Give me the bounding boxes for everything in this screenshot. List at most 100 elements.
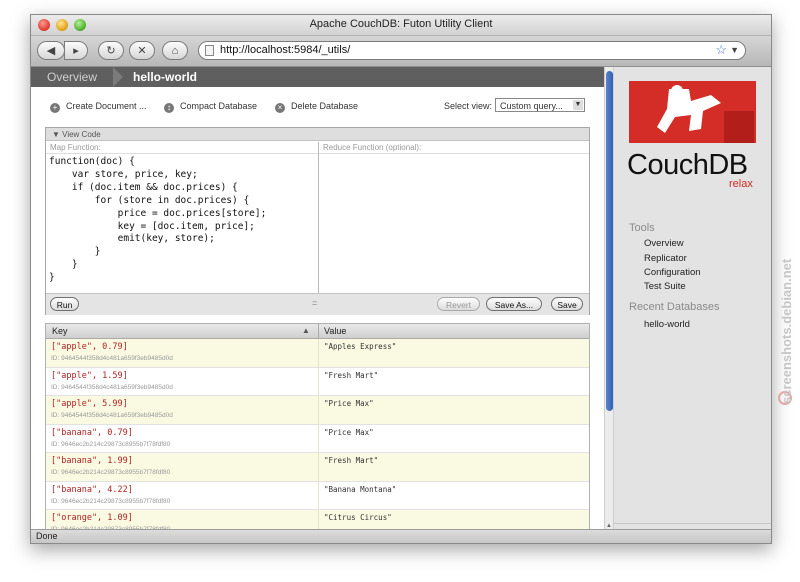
home-button[interactable]: ⌂: [162, 41, 188, 60]
reload-button[interactable]: ↻: [98, 41, 124, 60]
run-button[interactable]: Run: [50, 297, 79, 311]
create-document-label: Create Document ...: [66, 101, 147, 111]
breadcrumb-separator-icon: [113, 67, 123, 87]
history-dropdown-icon[interactable]: ▼: [730, 42, 739, 59]
row-value: "Fresh Mart": [324, 456, 379, 465]
url-text[interactable]: http://localhost:5984/_utils/: [220, 42, 350, 59]
sidebar-item-overview[interactable]: Overview: [644, 238, 684, 249]
reduce-function-label: Reduce Function (optional):: [319, 142, 589, 154]
value-column-header: Value: [324, 326, 347, 336]
results-table: Key ▲ Value ["apple", 0.79] ID: 9464544f…: [45, 323, 590, 543]
save-as-button[interactable]: Save As...: [486, 297, 542, 311]
sidebar-item-replicator[interactable]: Replicator: [644, 253, 687, 264]
row-id: ID: 9464544f358d4c481a659f3eb9485d0d: [51, 383, 173, 391]
recent-database-hello-world[interactable]: hello-world: [644, 319, 690, 330]
row-key[interactable]: ["orange", 1.09]: [51, 513, 133, 523]
address-bar[interactable]: http://localhost:5984/_utils/ ☆ ▼: [198, 41, 746, 60]
relax-figure-icon: [629, 81, 756, 143]
row-key[interactable]: ["banana", 1.99]: [51, 456, 133, 466]
logo-tagline: relax: [729, 178, 753, 190]
vertical-scrollbar[interactable]: ▲ ▼: [604, 67, 614, 543]
sort-ascending-icon[interactable]: ▲: [302, 324, 310, 338]
breadcrumb-overview-link[interactable]: Overview: [47, 70, 97, 84]
delete-database-button[interactable]: × Delete Database: [275, 101, 358, 113]
add-icon: +: [50, 103, 60, 113]
row-divider: [318, 396, 319, 424]
table-row[interactable]: ["banana", 4.22] ID: 9646ec2b214c29873c8…: [46, 481, 589, 510]
select-view-value: Custom query...: [500, 101, 563, 111]
row-key[interactable]: ["apple", 5.99]: [51, 399, 128, 409]
select-view-label: Select view:: [444, 101, 493, 111]
row-id: ID: 9646ec2b214c29873c8955b7f78fdf80: [51, 497, 171, 505]
row-divider: [318, 367, 319, 396]
table-row[interactable]: ["banana", 1.99] ID: 9646ec2b214c29873c8…: [46, 453, 589, 482]
row-key[interactable]: ["apple", 1.59]: [51, 371, 128, 381]
forward-arrow-icon: ▸: [73, 45, 79, 57]
map-function-editor[interactable]: function(doc) { var store, price, key; i…: [49, 156, 315, 285]
column-divider: [318, 324, 319, 338]
page-icon: [205, 45, 214, 56]
stop-button[interactable]: ✕: [129, 41, 155, 60]
sidebar-item-configuration[interactable]: Configuration: [644, 267, 701, 278]
row-divider: [318, 453, 319, 481]
row-value: "Apples Express": [324, 342, 397, 351]
recent-databases-heading: Recent Databases: [629, 301, 720, 313]
sidebar-item-test-suite[interactable]: Test Suite: [644, 281, 686, 292]
map-function-label: Map Function:: [46, 142, 318, 154]
save-button[interactable]: Save: [551, 297, 583, 311]
row-value: "Citrus Circus": [324, 513, 392, 522]
row-value: "Banana Montana": [324, 484, 397, 494]
window-title: Apache CouchDB: Futon Utility Client: [309, 18, 493, 30]
stop-icon: ✕: [137, 45, 147, 57]
breadcrumb: Overview hello-world: [31, 67, 604, 87]
title-bar: Apache CouchDB: Futon Utility Client: [31, 15, 771, 36]
back-arrow-icon: ◀: [46, 45, 56, 57]
revert-button[interactable]: Revert: [437, 297, 480, 311]
compact-database-label: Compact Database: [180, 101, 258, 111]
table-row[interactable]: ["apple", 5.99] ID: 9464544f358d4c481a65…: [46, 396, 589, 425]
browser-window: Apache CouchDB: Futon Utility Client ◀ ▸…: [30, 14, 772, 544]
table-row[interactable]: ["apple", 1.59] ID: 9464544f358d4c481a65…: [46, 367, 589, 396]
bookmark-star-icon[interactable]: ☆: [715, 41, 727, 58]
table-row[interactable]: ["apple", 0.79] ID: 9464544f358d4c481a65…: [46, 339, 589, 368]
row-key[interactable]: ["banana", 0.79]: [51, 428, 133, 438]
code-footer: Run = Revert Save As... Save: [46, 293, 589, 315]
browser-toolbar: ◀ ▸ ↻ ✕ ⌂ http://localhost:5984/_utils/ …: [31, 36, 771, 67]
key-column-header[interactable]: Key: [52, 324, 68, 338]
couchdb-logo: [629, 81, 756, 143]
row-id: ID: 9646ec2b214c29873c8955b7f78fdf80: [51, 469, 171, 476]
row-id: ID: 9464544f358d4c481a659f3eb9485d0d: [51, 355, 173, 362]
row-divider: [318, 481, 319, 510]
scrollbar-thumb[interactable]: [606, 71, 613, 411]
sidebar: CouchDB relax Tools Overview Replicator …: [614, 67, 771, 543]
results-header: Key ▲ Value: [46, 324, 589, 339]
row-divider: [318, 339, 319, 367]
compact-icon: ↕: [164, 103, 174, 113]
view-code-toggle[interactable]: ▼ View Code: [46, 128, 589, 141]
tools-heading: Tools: [629, 222, 655, 234]
forward-button[interactable]: ▸: [64, 41, 88, 60]
results-rows: ["apple", 0.79] ID: 9464544f358d4c481a65…: [46, 339, 589, 539]
view-code-panel: ▼ View Code Map Function: Reduce Functio…: [45, 127, 590, 315]
select-view-dropdown[interactable]: Custom query... ▼: [495, 98, 585, 112]
status-text: Done: [36, 531, 58, 541]
table-row[interactable]: ["banana", 0.79] ID: 9646ec2b214c29873c8…: [46, 424, 589, 453]
row-divider: [318, 424, 319, 453]
create-document-button[interactable]: + Create Document ...: [50, 101, 147, 113]
row-key[interactable]: ["banana", 4.22]: [51, 485, 133, 495]
row-id: ID: 9464544f358d4c481a659f3eb9485d0d: [51, 412, 173, 419]
row-value: "Price Max": [324, 427, 374, 437]
code-divider: [318, 142, 319, 293]
delete-database-label: Delete Database: [291, 101, 359, 111]
dropdown-arrow-icon: ▼: [573, 100, 583, 110]
compact-database-button[interactable]: ↕ Compact Database: [164, 101, 257, 113]
row-key[interactable]: ["apple", 0.79]: [51, 342, 128, 352]
database-actions: + Create Document ... ↕ Compact Database ×…: [31, 97, 604, 119]
delete-icon: ×: [275, 103, 285, 113]
resize-grip-icon[interactable]: =: [312, 298, 317, 308]
reload-icon: ↻: [106, 45, 116, 57]
breadcrumb-current: hello-world: [133, 70, 197, 84]
main-content: Overview hello-world + Create Document ..…: [31, 67, 604, 543]
back-button[interactable]: ◀: [37, 41, 65, 60]
row-value: "Price Max": [324, 399, 374, 408]
